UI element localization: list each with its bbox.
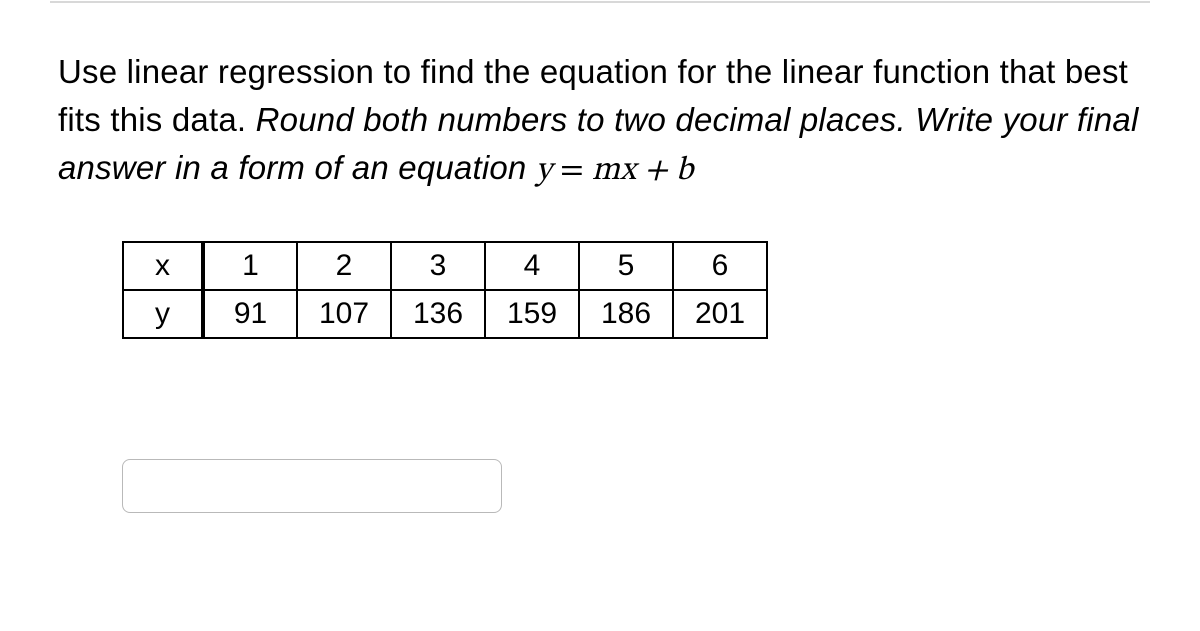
cell-y: 91 xyxy=(203,290,297,338)
cell-x: 6 xyxy=(673,242,767,290)
cell-y: 107 xyxy=(297,290,391,338)
cell-y: 136 xyxy=(391,290,485,338)
cell-y: 159 xyxy=(485,290,579,338)
data-table: x 1 2 3 4 5 6 y 91 107 136 159 186 201 xyxy=(122,241,768,339)
cell-y: 186 xyxy=(579,290,673,338)
answer-input[interactable] xyxy=(122,459,502,513)
equation-rhs: mx + b xyxy=(592,154,694,187)
equation-eq: = xyxy=(552,154,592,187)
answer-wrap xyxy=(122,459,1140,513)
top-divider xyxy=(50,1,1150,3)
cell-x: 1 xyxy=(203,242,297,290)
cell-x: 4 xyxy=(485,242,579,290)
table-row: y 91 107 136 159 186 201 xyxy=(123,290,767,338)
cell-x: 5 xyxy=(579,242,673,290)
question-content: Use linear regression to find the equati… xyxy=(58,48,1140,513)
cell-y: 201 xyxy=(673,290,767,338)
table-row: x 1 2 3 4 5 6 xyxy=(123,242,767,290)
question-prompt: Use linear regression to find the equati… xyxy=(58,48,1140,195)
equation-lhs: y xyxy=(536,154,552,187)
cell-x: 2 xyxy=(297,242,391,290)
cell-x: 3 xyxy=(391,242,485,290)
row-header-x: x xyxy=(123,242,203,290)
data-table-wrap: x 1 2 3 4 5 6 y 91 107 136 159 186 201 xyxy=(122,241,1140,339)
row-header-y: y xyxy=(123,290,203,338)
